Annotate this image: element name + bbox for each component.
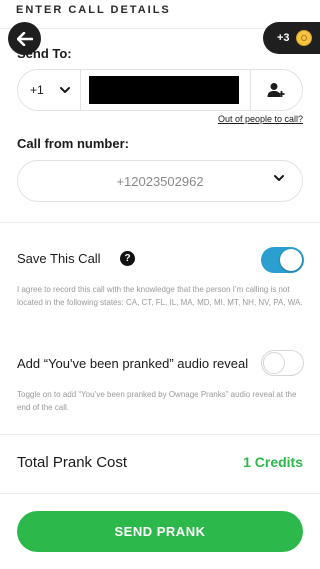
save-call-toggle[interactable] [261, 247, 304, 273]
coin-icon [295, 30, 312, 46]
section-divider [0, 493, 320, 494]
out-of-people-link[interactable]: Out of people to call? [218, 114, 303, 124]
save-call-disclaimer: I agree to record this call with the kno… [17, 285, 303, 307]
audio-reveal-description: Toggle on to add “You’ve been pranked by… [17, 390, 297, 412]
call-from-label: Call from number: [17, 136, 129, 151]
call-from-value: +12023502962 [116, 173, 204, 189]
audio-reveal-label: Add “You've been pranked” audio reveal [17, 356, 249, 371]
credits-count: +3 [277, 32, 290, 44]
country-code-value: +1 [30, 83, 44, 97]
send-prank-button[interactable]: SEND PRANK [17, 511, 303, 552]
save-call-label: Save This Call [17, 251, 101, 266]
toggle-knob [280, 249, 302, 271]
credits-badge[interactable]: +3 [263, 22, 320, 54]
audio-reveal-toggle[interactable] [261, 350, 304, 376]
call-from-select[interactable]: +12023502962 [17, 160, 303, 202]
phone-number-input[interactable] [89, 76, 239, 104]
country-code-select[interactable]: +1 [18, 83, 80, 97]
send-to-label: Send To: [17, 46, 72, 61]
add-contact-button[interactable] [250, 70, 302, 110]
chevron-down-icon [274, 175, 284, 181]
toggle-knob [263, 352, 285, 374]
field-divider [80, 69, 81, 111]
page-title: ENTER CALL DETAILS [16, 4, 171, 16]
total-cost-value: 1 Credits [243, 454, 303, 470]
field-divider [250, 70, 251, 110]
total-cost-label: Total Prank Cost [17, 454, 128, 471]
help-icon[interactable]: ? [120, 251, 135, 266]
arrow-left-icon [16, 31, 33, 46]
chevron-down-icon [60, 86, 70, 93]
section-divider [0, 222, 320, 223]
add-contact-icon [267, 83, 285, 97]
phone-input-group: +1 [17, 69, 303, 111]
section-divider [0, 434, 320, 435]
